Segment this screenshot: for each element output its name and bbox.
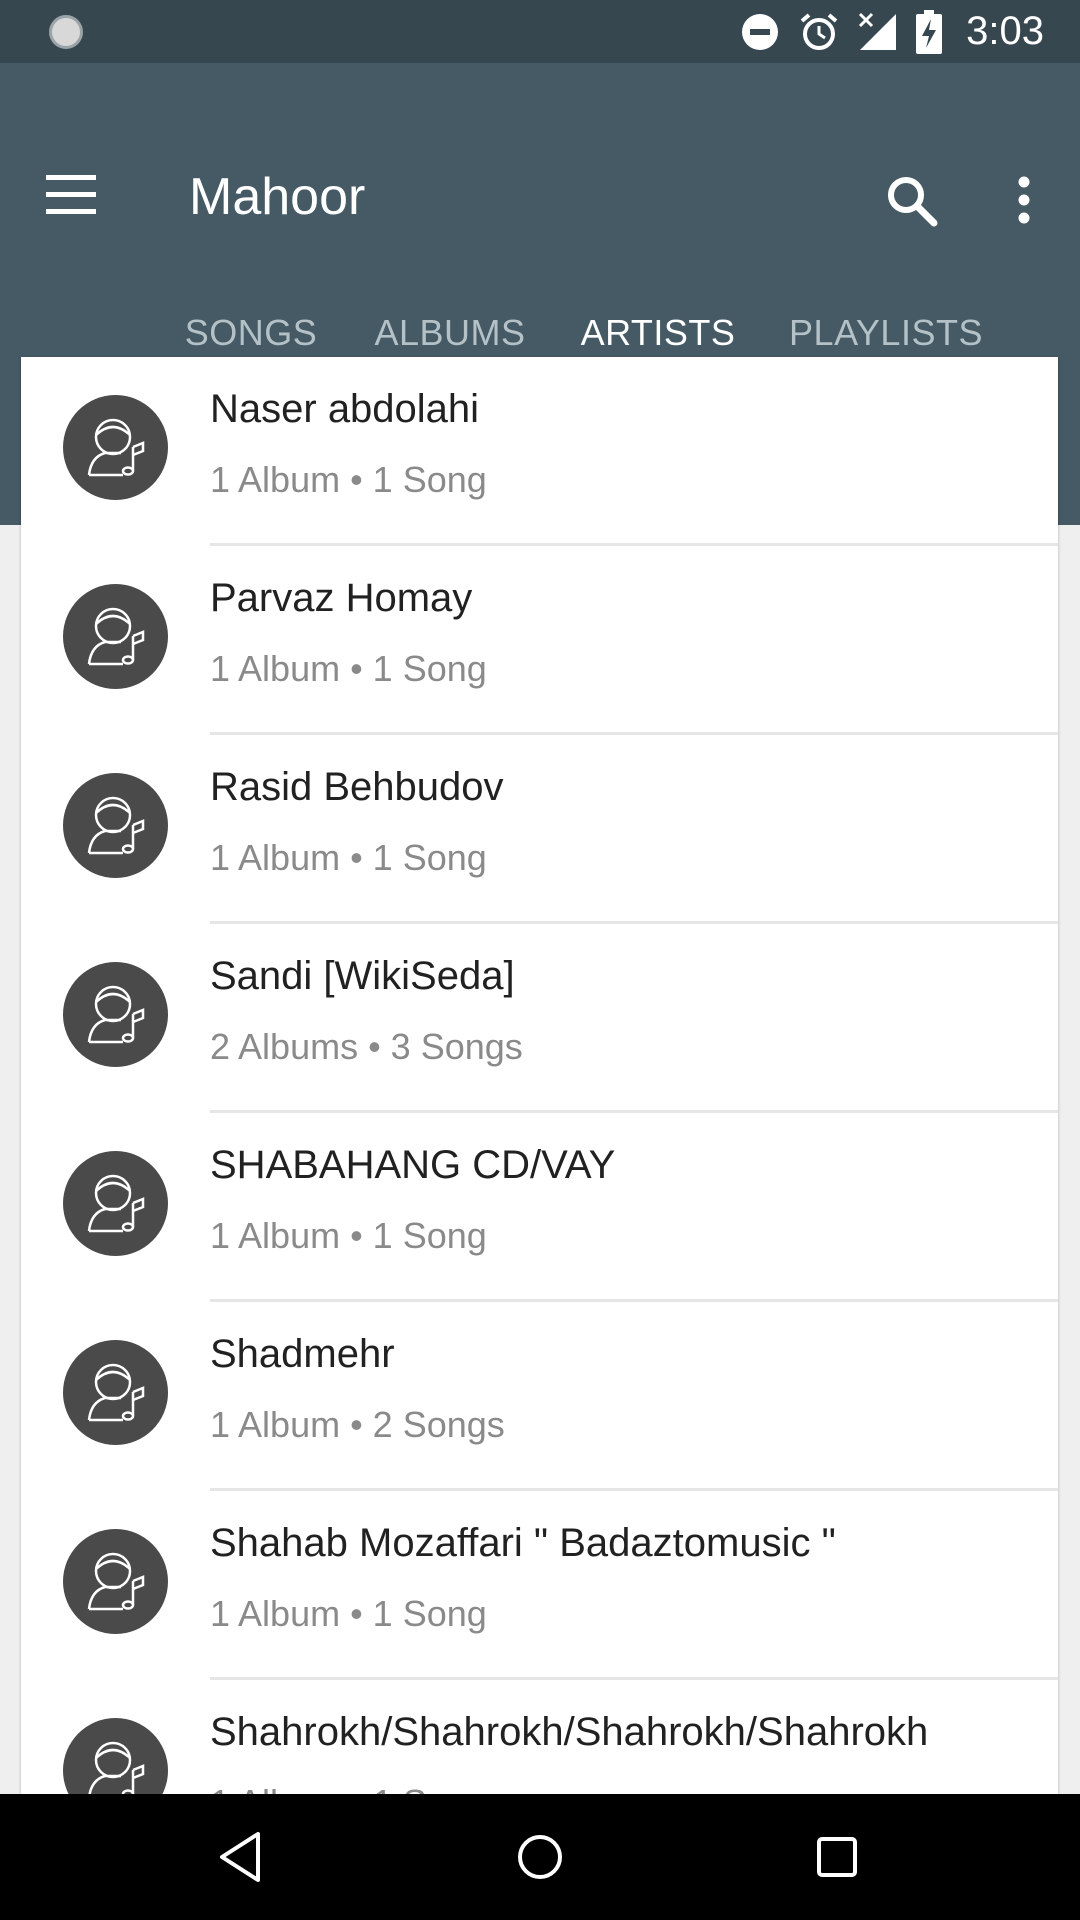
hamburger-menu-icon[interactable] [46,175,102,219]
artist-meta: 1 Album • 1 Song [210,1782,487,1794]
alarm-icon [800,12,838,50]
artist-meta: 1 Album • 1 Song [210,648,487,689]
status-time: 3:03 [966,9,1044,53]
artist-name: Rasid Behbudov [210,765,504,809]
artist-meta: 1 Album • 2 Songs [210,1404,505,1445]
artist-meta: 1 Album • 1 Song [210,1215,487,1256]
artist-meta: 1 Album • 1 Song [210,459,487,500]
status-icons: 3:03 [740,0,1044,63]
artist-name: Sandi [WikiSeda] [210,954,515,998]
artist-meta: 1 Album • 1 Song [210,1593,487,1634]
artist-row[interactable]: Shahrokh/Shahrokh/Shahrokh/Shahrokh 1 Alb… [21,1680,1058,1794]
artist-avatar-icon [63,1340,168,1445]
artist-list: Naser abdolahi 1 Album • 1 Song Parvaz Hom… [21,357,1058,1794]
artist-meta: 2 Albums • 3 Songs [210,1026,523,1067]
artist-name: Parvaz Homay [210,576,473,620]
status-bar: 3:03 [0,0,1080,63]
do-not-disturb-icon [742,13,779,50]
artist-avatar-icon [63,395,168,500]
recents-icon[interactable] [804,1824,870,1890]
artist-row[interactable]: Naser abdolahi 1 Album • 1 Song [21,357,1058,546]
artist-row[interactable]: Parvaz Homay 1 Album • 1 Song [21,546,1058,735]
artist-name: Shadmehr [210,1332,395,1376]
artist-avatar-icon [63,584,168,689]
artist-meta: 1 Album • 1 Song [210,837,487,878]
navigation-bar [0,1794,1080,1920]
artist-avatar-icon [63,962,168,1067]
loading-spinner-icon [49,15,83,49]
home-icon[interactable] [507,1824,573,1890]
artist-row[interactable]: Shahab Mozaffari " Badaztomusic " 1 Album… [21,1491,1058,1680]
artist-row[interactable]: Rasid Behbudov 1 Album • 1 Song [21,735,1058,924]
more-vert-icon[interactable] [1004,175,1044,225]
artist-avatar-icon [63,1529,168,1634]
artist-name: Shahab Mozaffari " Badaztomusic " [210,1521,836,1565]
search-icon[interactable] [884,173,940,229]
artist-row[interactable]: Sandi [WikiSeda] 2 Albums • 3 Songs [21,924,1058,1113]
artist-row[interactable]: Shadmehr 1 Album • 2 Songs [21,1302,1058,1491]
artist-avatar-icon [63,773,168,878]
artist-avatar-icon [63,1151,168,1256]
artist-row[interactable]: SHABAHANG CD/VAY 1 Album • 1 Song [21,1113,1058,1302]
artist-name: Naser abdolahi [210,387,480,431]
app-title: Mahoor [189,168,366,226]
artist-name: Shahrokh/Shahrokh/Shahrokh/Shahrokh [210,1710,929,1754]
artist-name: SHABAHANG CD/VAY [210,1143,616,1187]
back-icon[interactable] [208,1824,274,1890]
battery-charging-icon [916,9,943,54]
artist-avatar-icon [63,1718,168,1794]
no-signal-icon [859,12,897,50]
